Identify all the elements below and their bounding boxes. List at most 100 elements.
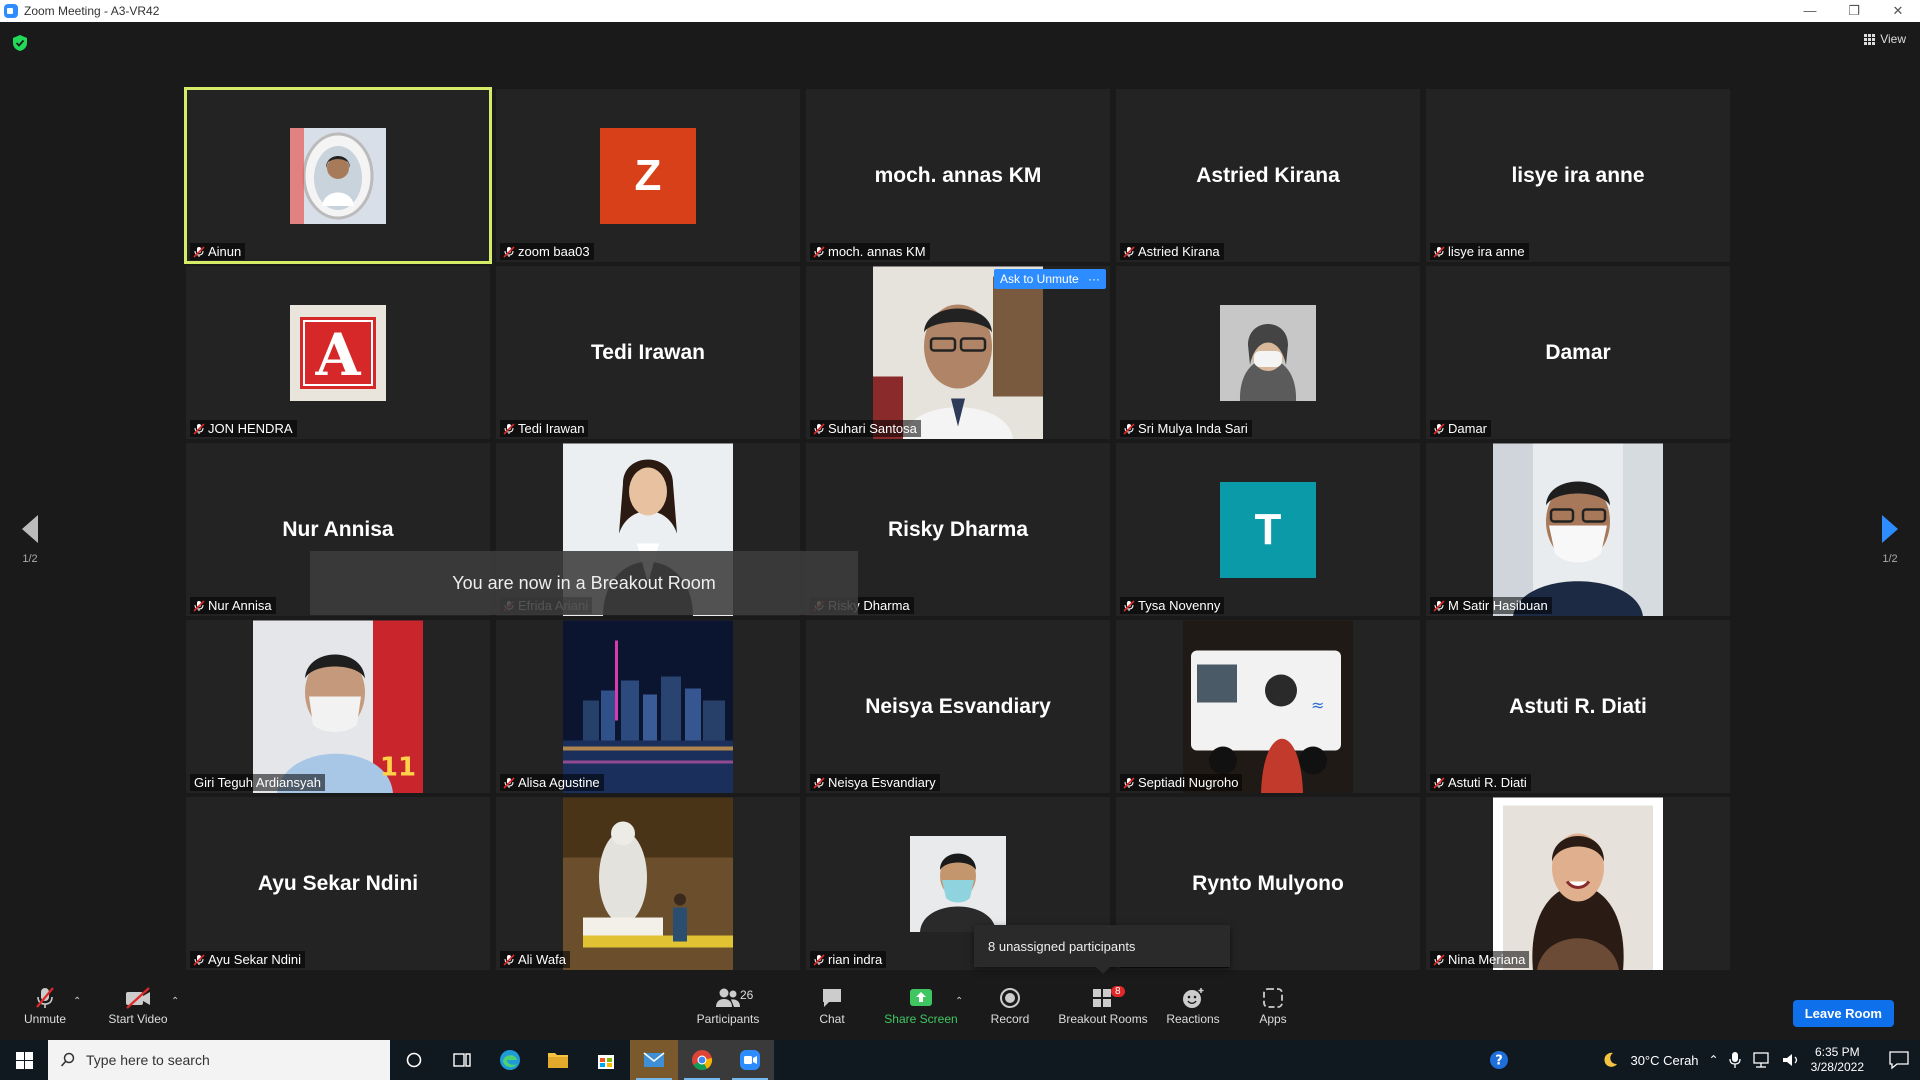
restore-icon[interactable]: ❐ [1832,3,1876,19]
previous-page-button[interactable]: 1/2 [10,515,50,565]
participant-display-name: Nur Annisa [282,517,394,541]
microphone-tray-icon[interactable] [1728,1051,1741,1069]
participant-name: Astried Kirana [1138,244,1220,259]
tray-overflow-icon[interactable]: ⌃ [1709,1053,1719,1067]
participant-tile-suhari-santosa[interactable]: Ask to Unmute ··· Suhari Santosa [806,266,1110,439]
avatar-initial: T [1220,481,1316,578]
store-app[interactable] [582,1040,630,1080]
participant-name-label: Tedi Irawan [500,420,589,437]
man-glasses-video-icon [873,266,1043,439]
participant-name-label: Damar [1430,420,1492,437]
participant-name: Ayu Sekar Ndini [208,952,301,967]
participant-name-label: Ainun [190,243,246,260]
participant-name: Alisa Agustine [518,775,600,790]
network-icon[interactable] [1751,1051,1771,1069]
chat-bubble-icon [823,989,841,1007]
title-bar: Zoom Meeting - A3-VR42 — ❐ ✕ [0,0,1920,22]
breakout-rooms-button[interactable]: 8 Breakout Rooms [1053,984,1153,1026]
participant-tile-ayu-sekar-ndini[interactable]: Ayu Sekar Ndini Ayu Sekar Ndini [186,797,490,970]
start-video-label: Start Video [108,1012,168,1026]
start-button[interactable] [0,1040,48,1080]
participant-name-label: Ayu Sekar Ndini [190,951,305,968]
folder-icon [548,1053,568,1068]
participant-name-label: Suhari Santosa [810,420,921,437]
taskbar-search-box[interactable]: Type here to search [48,1040,390,1080]
zoom-app-icon [740,1050,760,1070]
participant-tile-ali-wafa[interactable]: Ali Wafa [496,797,800,970]
unassigned-participants-popup[interactable]: 8 unassigned participants [974,925,1230,974]
ask-to-unmute-button[interactable]: Ask to Unmute [994,269,1085,289]
participant-tile-jon-hendra[interactable]: A JON HENDRA [186,266,490,439]
breakout-rooms-badge: 8 [1111,986,1125,997]
participant-tile-zoom-baa03[interactable]: Zzoom baa03 [496,89,800,262]
participant-tile-tysa-novenny[interactable]: T Tysa Novenny [1116,443,1420,616]
participant-tile-lisye-ira-anne[interactable]: lisye ira anne lisye ira anne [1426,89,1730,262]
breakout-room-notification: You are now in a Breakout Room [310,551,858,615]
participant-display-name: Damar [1545,340,1611,364]
taskbar-clock[interactable]: 6:35 PM 3/28/2022 [1811,1045,1864,1075]
mail-app[interactable] [630,1040,678,1080]
participant-name: Neisya Esvandiary [828,775,936,790]
participant-name: M Satir Hasibuan [1448,598,1548,613]
participant-name: moch. annas KM [828,244,926,259]
participant-tile-moch-annas-km[interactable]: moch. annas KM moch. annas KM [806,89,1110,262]
cortana-button[interactable] [390,1040,438,1080]
record-button[interactable]: Record [960,984,1060,1026]
participant-tile-damar[interactable]: Damar Damar [1426,266,1730,439]
participant-tile-astuti-r-diati[interactable]: Astuti R. Diati Astuti R. Diati [1426,620,1730,793]
participant-tile-tedi-irawan[interactable]: Tedi Irawan Tedi Irawan [496,266,800,439]
participant-tile-septiadi-nugroho[interactable]: ≈ Septiadi Nugroho [1116,620,1420,793]
next-page-button[interactable]: 1/2 [1870,515,1910,565]
participant-name: Tysa Novenny [1138,598,1221,613]
help-icon[interactable]: ? [1488,1049,1510,1071]
view-button[interactable]: View [1864,32,1906,46]
participant-name: zoom baa03 [518,244,590,259]
zoom-logo-icon [4,4,18,18]
cortana-circle-icon [406,1052,422,1068]
reactions-smiley-icon [1183,988,1204,1008]
participant-name: rian indra [828,952,883,967]
participant-tile-sri-mulya-inda-sari[interactable]: Sri Mulya Inda Sari [1116,266,1420,439]
audio-options-caret-icon[interactable]: ⌃ [73,996,81,1007]
chat-label: Chat [819,1012,845,1026]
task-view-button[interactable] [438,1040,486,1080]
participant-tile-m-satir-hasibuan[interactable]: M Satir Hasibuan [1426,443,1730,616]
participant-name-label: Septiadi Nugroho [1120,774,1243,791]
volume-icon[interactable] [1781,1051,1801,1069]
participant-name: Giri Teguh Ardiansyah [194,775,321,790]
leave-room-button[interactable]: Leave Room [1792,1000,1894,1027]
file-explorer-app[interactable] [534,1040,582,1080]
zoom-window: Zoom Meeting - A3-VR42 — ❐ ✕ View Ainun Z… [0,0,1920,1080]
participant-tile-neisya-esvandiary[interactable]: Neisya Esvandiary Neisya Esvandiary [806,620,1110,793]
participants-button[interactable]: 26 Participants [678,984,778,1026]
more-options-button[interactable]: ··· [1082,269,1106,289]
participant-tile-giri-teguh-ardiansyah[interactable]: 11 Giri Teguh Ardiansyah [186,620,490,793]
edge-app[interactable] [486,1040,534,1080]
participant-tile-nina-meriana[interactable]: Nina Meriana [1426,797,1730,970]
minimize-icon[interactable]: — [1788,3,1832,19]
participant-name-label: Sri Mulya Inda Sari [1120,420,1252,437]
windows-logo-icon [15,1051,33,1069]
participant-tile-ainun[interactable]: Ainun [184,87,492,264]
chat-button[interactable]: Chat [782,984,882,1026]
statue-cave-video-icon [563,797,733,970]
man-mask-poster-video-icon: 11 [253,620,423,793]
system-tray: ? 30°C Cerah ⌃ 6:35 PM 3/28/2022 [1488,1045,1920,1075]
encryption-shield-icon[interactable] [12,34,28,52]
participant-name: JON HENDRA [208,421,293,436]
windows-taskbar: Type here to search ? 30°C Cerah ⌃ 6:35 … [0,1040,1920,1080]
svg-text:?: ? [1496,1054,1504,1069]
grid-view-icon [1864,33,1876,45]
weather-text[interactable]: 30°C Cerah [1630,1053,1698,1068]
zoom-app[interactable] [726,1040,774,1080]
video-off-icon [126,987,150,1009]
search-placeholder: Type here to search [86,1052,210,1068]
notification-center-icon[interactable] [1888,1050,1910,1070]
participant-tile-alisa-agustine[interactable]: Alisa Agustine [496,620,800,793]
video-options-caret-icon[interactable]: ⌃ [171,996,179,1007]
gallery-grid: Ainun Zzoom baa03 moch. annas KM moch. anna… [184,87,1730,970]
close-icon[interactable]: ✕ [1876,3,1920,19]
participant-tile-astried-kirana[interactable]: Astried Kirana Astried Kirana [1116,89,1420,262]
apps-button[interactable]: Apps [1223,984,1323,1026]
chrome-app[interactable] [678,1040,726,1080]
